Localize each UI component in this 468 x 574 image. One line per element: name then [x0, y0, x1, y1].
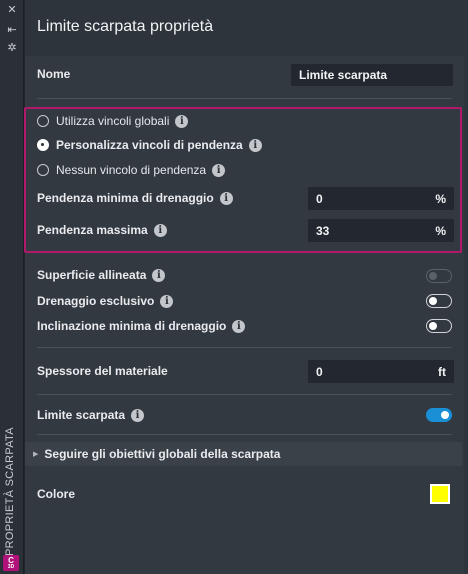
info-icon[interactable]: i — [152, 268, 166, 282]
info-icon[interactable]: i — [131, 408, 145, 422]
material-thickness-unit: ft — [438, 364, 446, 379]
app-badge-icon: C 3D — [3, 555, 19, 571]
page-title: Limite scarpata proprietà — [37, 18, 214, 35]
divider — [37, 98, 452, 99]
exclusive-drain-toggle[interactable] — [426, 294, 452, 308]
collapse-icon[interactable]: ⇤ — [6, 24, 18, 36]
aligned-surface-row: Superficie allineata i — [37, 268, 452, 282]
gear-icon[interactable]: ✲ — [6, 42, 18, 54]
name-label: Nome — [37, 67, 71, 81]
global-targets-section[interactable]: ▶ Seguire gli obiettivi globali della sc… — [25, 442, 462, 466]
material-thickness-value: 0 — [316, 364, 323, 379]
color-row: Colore — [37, 487, 452, 501]
min-drain-slope-row: Inclinazione minima di drenaggio i — [37, 319, 452, 333]
slope-limit-label: Limite scarpata — [37, 408, 126, 422]
badge-sub: 3D — [7, 564, 15, 570]
material-thickness-input[interactable]: 0 ft — [308, 360, 454, 383]
panel-header: Limite scarpata proprietà — [25, 0, 468, 56]
color-swatch[interactable] — [430, 484, 450, 504]
scrollbar[interactable] — [464, 56, 468, 574]
color-label: Colore — [37, 487, 76, 501]
divider — [37, 347, 452, 348]
min-drain-slope-toggle[interactable] — [426, 319, 452, 333]
aligned-surface-toggle[interactable] — [426, 269, 452, 283]
divider — [37, 434, 452, 435]
properties-panel: Limite scarpata proprietà Nome Limite sc… — [24, 0, 468, 574]
panel-vertical-label: PROPRIETÀ SCARPATA — [4, 427, 16, 556]
highlight-frame — [24, 107, 462, 253]
exclusive-drain-label: Drenaggio esclusivo — [37, 294, 155, 308]
chevron-right-icon: ▶ — [33, 451, 39, 458]
exclusive-drain-row: Drenaggio esclusivo i — [37, 294, 452, 308]
min-drain-slope-label: Inclinazione minima di drenaggio — [37, 319, 227, 333]
info-icon[interactable]: i — [232, 319, 246, 333]
divider — [37, 394, 452, 395]
side-strip: ✕ ⇤ ✲ PROPRIETÀ SCARPATA C 3D — [0, 0, 24, 574]
name-field[interactable]: Limite scarpata — [291, 64, 453, 86]
close-icon[interactable]: ✕ — [6, 4, 18, 16]
info-icon[interactable]: i — [160, 294, 174, 308]
aligned-surface-label: Superficie allineata — [37, 268, 147, 282]
material-thickness-label: Spessore del materiale — [37, 364, 168, 378]
slope-limit-row: Limite scarpata i — [37, 408, 452, 422]
slope-limit-toggle[interactable] — [426, 408, 452, 422]
section-title: Seguire gli obiettivi globali della scar… — [44, 447, 281, 461]
